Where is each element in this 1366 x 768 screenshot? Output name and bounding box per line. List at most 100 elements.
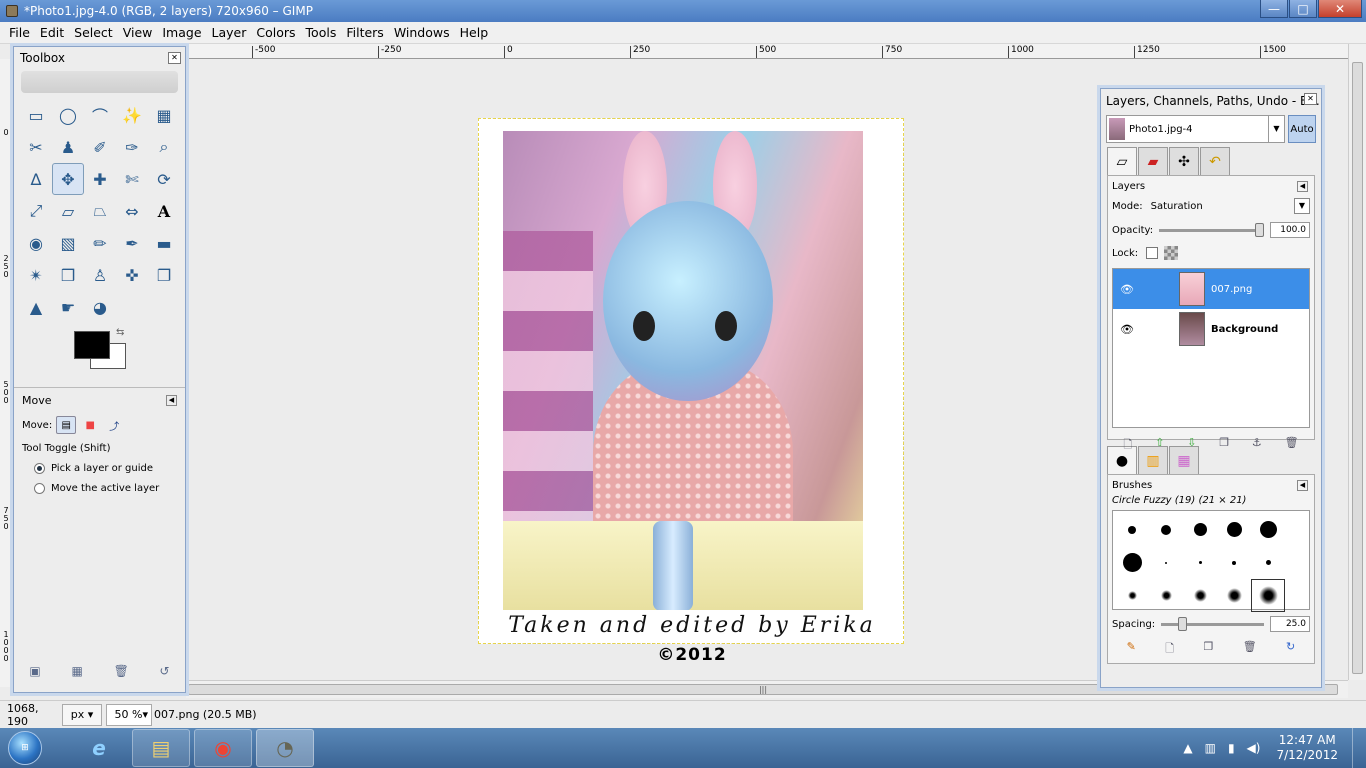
zoom-icon[interactable]: ⌕ bbox=[148, 131, 180, 163]
crop-icon[interactable]: ✄ bbox=[116, 163, 148, 195]
menu-layer[interactable]: Layer bbox=[207, 25, 252, 40]
fuzzy-select-icon[interactable]: ✨ bbox=[116, 99, 148, 131]
selected-brush[interactable] bbox=[1251, 579, 1285, 612]
airbrush-icon[interactable]: ✴ bbox=[20, 259, 52, 291]
visibility-eye-icon[interactable]: 👁 bbox=[1113, 283, 1141, 296]
radio-pick-layer[interactable]: Pick a layer or guide bbox=[22, 463, 177, 474]
duplicate-brush-icon[interactable]: ❐ bbox=[1203, 640, 1213, 659]
spacing-slider[interactable] bbox=[1161, 616, 1264, 631]
vertical-scrollbar[interactable] bbox=[1348, 44, 1366, 680]
delete-brush-icon[interactable]: 🗑 bbox=[1243, 640, 1257, 659]
perspective-icon[interactable]: ⏢ bbox=[84, 195, 116, 227]
layer-row-007[interactable]: 👁 007.png bbox=[1113, 269, 1309, 309]
duplicate-layer-icon[interactable]: ❐ bbox=[1219, 436, 1229, 455]
chrome-icon[interactable]: ◉ bbox=[194, 729, 252, 767]
refresh-brushes-icon[interactable]: ↻ bbox=[1286, 640, 1295, 659]
move-path-button[interactable]: ⤴ bbox=[104, 416, 124, 434]
menu-help[interactable]: Help bbox=[455, 25, 494, 40]
visibility-eye-icon[interactable]: 👁 bbox=[1113, 323, 1141, 336]
restore-options-icon[interactable]: ▦ bbox=[71, 664, 82, 678]
color-picker-icon[interactable]: ✑ bbox=[116, 131, 148, 163]
ink-icon[interactable]: ❒ bbox=[52, 259, 84, 291]
save-options-icon[interactable]: ▣ bbox=[29, 664, 40, 678]
lock-pixels-checkbox[interactable] bbox=[1146, 247, 1159, 259]
delete-layer-icon[interactable]: 🗑 bbox=[1285, 436, 1299, 455]
opacity-spinner[interactable]: 100.0 bbox=[1270, 222, 1310, 238]
measure-icon[interactable]: ∆ bbox=[20, 163, 52, 195]
text-icon[interactable]: A bbox=[148, 195, 180, 227]
flip-icon[interactable]: ⇔ bbox=[116, 195, 148, 227]
delete-options-icon[interactable]: 🗑 bbox=[114, 664, 129, 678]
network-icon[interactable]: ▥ bbox=[1205, 741, 1216, 755]
clock[interactable]: 12:47 AM 7/12/2012 bbox=[1276, 733, 1338, 763]
signal-icon[interactable]: ▮ bbox=[1228, 741, 1235, 755]
gimp-taskbar-icon[interactable]: ◔ bbox=[256, 729, 314, 767]
maximize-button[interactable]: □ bbox=[1289, 0, 1317, 18]
foreground-color-swatch[interactable] bbox=[74, 331, 110, 359]
internet-explorer-icon[interactable]: e bbox=[70, 729, 128, 767]
paths-icon[interactable]: ✐ bbox=[84, 131, 116, 163]
eraser-icon[interactable]: ▬ bbox=[148, 227, 180, 259]
unit-select[interactable]: px ▾ bbox=[62, 703, 102, 726]
scale-icon[interactable]: ⤢ bbox=[20, 195, 52, 227]
reset-options-icon[interactable]: ↺ bbox=[160, 664, 170, 678]
rotate-icon[interactable]: ⟳ bbox=[148, 163, 180, 195]
minimize-button[interactable]: — bbox=[1260, 0, 1288, 18]
bucket-fill-icon[interactable]: ◉ bbox=[20, 227, 52, 259]
shear-icon[interactable]: ▱ bbox=[52, 195, 84, 227]
layer-row-background[interactable]: 👁 Background bbox=[1113, 309, 1309, 349]
volume-icon[interactable]: ◀) bbox=[1247, 741, 1261, 755]
menu-view[interactable]: View bbox=[118, 25, 158, 40]
color-select-icon[interactable]: ▦ bbox=[148, 99, 180, 131]
image-selector[interactable]: Photo1.jpg-4 ▼ bbox=[1106, 115, 1285, 143]
toolbox-close-button[interactable]: ✕ bbox=[168, 52, 181, 64]
close-button[interactable]: ✕ bbox=[1318, 0, 1362, 18]
scissors-icon[interactable]: ✂ bbox=[20, 131, 52, 163]
menu-windows[interactable]: Windows bbox=[389, 25, 455, 40]
image-canvas[interactable]: Taken and edited by Erika ©2012 bbox=[478, 118, 904, 665]
blur-icon[interactable]: ▲ bbox=[20, 291, 52, 323]
new-layer-icon[interactable]: 🗋 bbox=[1123, 436, 1132, 455]
tab-undo[interactable]: ↶ bbox=[1200, 147, 1230, 175]
zoom-select[interactable]: 50 % ▾ bbox=[106, 703, 152, 726]
menu-edit[interactable]: Edit bbox=[35, 25, 69, 40]
menu-filters[interactable]: Filters bbox=[341, 25, 388, 40]
collapse-icon[interactable]: ◀ bbox=[1297, 181, 1308, 192]
tab-channels[interactable]: ▰ bbox=[1138, 147, 1168, 175]
opacity-slider[interactable] bbox=[1159, 222, 1264, 237]
menu-colors[interactable]: Colors bbox=[251, 25, 300, 40]
brush-grid[interactable] bbox=[1112, 510, 1310, 612]
collapse-icon[interactable]: ◀ bbox=[1297, 480, 1308, 491]
show-desktop-button[interactable] bbox=[1352, 728, 1366, 768]
anchor-layer-icon[interactable]: ⚓ bbox=[1252, 436, 1262, 455]
move-selection-button[interactable]: ■ bbox=[80, 416, 100, 434]
auto-button[interactable]: Auto bbox=[1288, 115, 1316, 143]
menu-file[interactable]: File bbox=[4, 25, 35, 40]
pencil-icon[interactable]: ✏ bbox=[84, 227, 116, 259]
vertical-ruler[interactable]: 0 250 500 750 1000 bbox=[0, 59, 14, 687]
radio-move-active[interactable]: Move the active layer bbox=[22, 483, 177, 494]
tab-layers[interactable]: ▱ bbox=[1107, 147, 1137, 175]
smudge-icon[interactable]: ☛ bbox=[52, 291, 84, 323]
paintbrush-icon[interactable]: ✒ bbox=[116, 227, 148, 259]
swap-colors-icon[interactable]: ⇆ bbox=[116, 327, 124, 338]
menu-select[interactable]: Select bbox=[69, 25, 118, 40]
horizontal-ruler[interactable]: -500 -250 0 250 500 750 1000 1250 1500 bbox=[186, 44, 1348, 59]
heal-icon[interactable]: ✜ bbox=[116, 259, 148, 291]
move-icon[interactable]: ✥ bbox=[52, 163, 84, 195]
clone-icon[interactable]: ♙ bbox=[84, 259, 116, 291]
color-selector[interactable]: ⇆ bbox=[14, 327, 185, 375]
file-explorer-icon[interactable]: ▤ bbox=[132, 729, 190, 767]
lock-alpha-checkbox[interactable] bbox=[1164, 246, 1179, 260]
dock-close-button[interactable]: ✕ bbox=[1304, 93, 1317, 105]
move-layer-button[interactable]: ▤ bbox=[56, 416, 77, 434]
lower-layer-icon[interactable]: ⇩ bbox=[1187, 436, 1196, 455]
spacing-spinner[interactable]: 25.0 bbox=[1270, 616, 1310, 632]
menu-tools[interactable]: Tools bbox=[301, 25, 342, 40]
new-brush-icon[interactable]: 🗋 bbox=[1165, 640, 1174, 659]
align-icon[interactable]: ✚ bbox=[84, 163, 116, 195]
show-hidden-icons[interactable]: ▲ bbox=[1183, 741, 1192, 755]
gradient-icon[interactable]: ▧ bbox=[52, 227, 84, 259]
mode-select[interactable]: Saturation ▼ bbox=[1151, 198, 1310, 214]
edit-brush-icon[interactable]: ✎ bbox=[1127, 640, 1136, 659]
